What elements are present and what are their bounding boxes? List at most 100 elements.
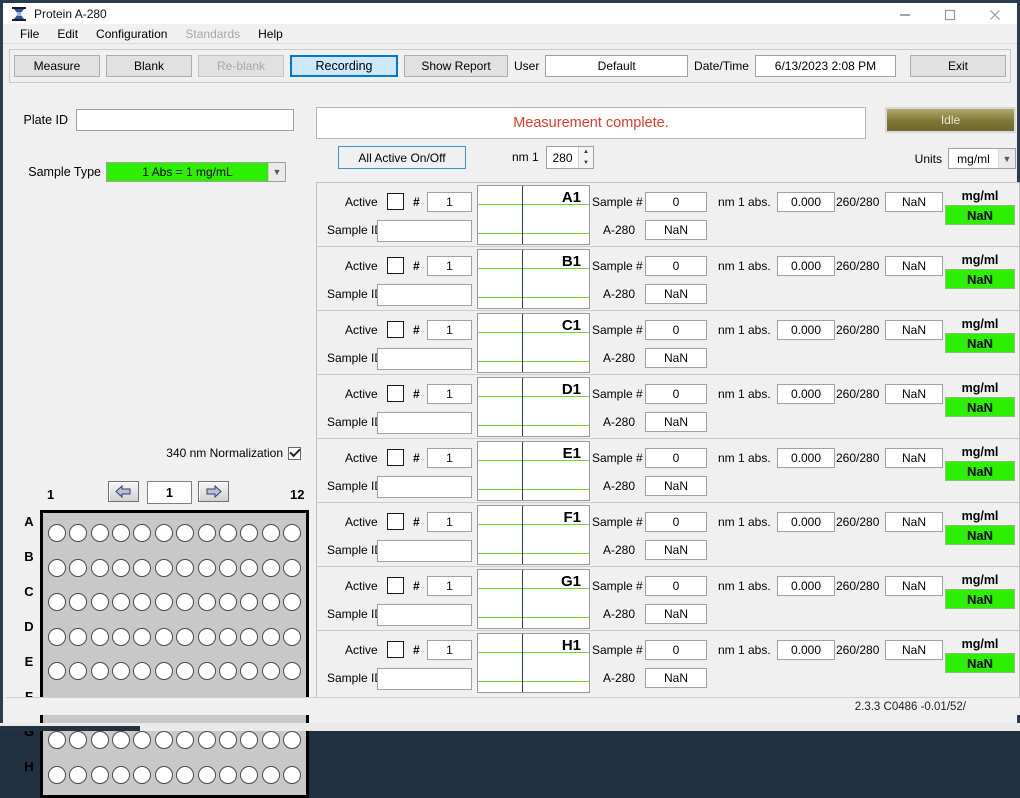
plate-well-B3[interactable] <box>91 559 109 577</box>
replicate-number-input[interactable]: 1 <box>427 512 472 532</box>
plate-well-B12[interactable] <box>283 559 301 577</box>
plate-well-G3[interactable] <box>91 731 109 749</box>
plate-well-B8[interactable] <box>198 559 216 577</box>
replicate-number-input[interactable]: 1 <box>427 576 472 596</box>
plate-well-C11[interactable] <box>262 593 280 611</box>
stepper-up-icon[interactable]: ▲ <box>579 147 593 158</box>
plate-well-C3[interactable] <box>91 593 109 611</box>
plate-well-G4[interactable] <box>112 731 130 749</box>
plate-well-D5[interactable] <box>133 628 151 646</box>
sample-id-input[interactable] <box>377 348 472 370</box>
measure-button[interactable]: Measure <box>14 55 100 77</box>
plate-well-C2[interactable] <box>69 593 87 611</box>
sample-number-value[interactable]: 0 <box>645 256 707 276</box>
plate-well-H9[interactable] <box>219 766 237 784</box>
plate-well-C12[interactable] <box>283 593 301 611</box>
plate-map[interactable] <box>40 510 309 798</box>
plate-well-D2[interactable] <box>69 628 87 646</box>
active-checkbox[interactable] <box>387 385 404 402</box>
sample-id-input[interactable] <box>377 476 472 498</box>
spectrum-graph[interactable]: H1 <box>477 633 590 693</box>
sample-id-input[interactable] <box>377 540 472 562</box>
menu-item-configuration[interactable]: Configuration <box>87 25 176 43</box>
plate-well-H8[interactable] <box>198 766 216 784</box>
plate-well-G8[interactable] <box>198 731 216 749</box>
plate-well-E12[interactable] <box>283 662 301 680</box>
sample-rows-container[interactable]: Active#1Sample IDA1Sample #0A-280NaNnm 1… <box>316 182 1020 702</box>
plate-well-A11[interactable] <box>262 524 280 542</box>
arrow-right-icon[interactable] <box>198 481 229 502</box>
active-checkbox[interactable] <box>387 513 404 530</box>
plate-well-B9[interactable] <box>219 559 237 577</box>
plate-well-A4[interactable] <box>112 524 130 542</box>
sample-number-value[interactable]: 0 <box>645 448 707 468</box>
sample-number-value[interactable]: 0 <box>645 640 707 660</box>
maximize-icon[interactable] <box>927 3 972 27</box>
plate-well-H1[interactable] <box>48 766 66 784</box>
plate-well-A5[interactable] <box>133 524 151 542</box>
active-checkbox[interactable] <box>387 193 404 210</box>
plate-well-A2[interactable] <box>69 524 87 542</box>
plate-well-D1[interactable] <box>48 628 66 646</box>
plate-page-number[interactable]: 1 <box>147 481 192 504</box>
spectrum-graph[interactable]: A1 <box>477 185 590 245</box>
plate-well-C5[interactable] <box>133 593 151 611</box>
plate-well-C8[interactable] <box>198 593 216 611</box>
plate-well-D9[interactable] <box>219 628 237 646</box>
plate-well-E7[interactable] <box>176 662 194 680</box>
plate-well-G6[interactable] <box>155 731 173 749</box>
plate-well-G2[interactable] <box>69 731 87 749</box>
plate-well-H7[interactable] <box>176 766 194 784</box>
plate-well-C9[interactable] <box>219 593 237 611</box>
replicate-number-input[interactable]: 1 <box>427 320 472 340</box>
plate-well-G7[interactable] <box>176 731 194 749</box>
active-checkbox[interactable] <box>387 449 404 466</box>
nm-stepper[interactable]: 280 ▲ ▼ <box>546 146 594 169</box>
plate-well-H12[interactable] <box>283 766 301 784</box>
plate-well-A9[interactable] <box>219 524 237 542</box>
sample-id-input[interactable] <box>377 220 472 242</box>
spectrum-graph[interactable]: D1 <box>477 377 590 437</box>
replicate-number-input[interactable]: 1 <box>427 256 472 276</box>
plate-well-D6[interactable] <box>155 628 173 646</box>
plate-well-H4[interactable] <box>112 766 130 784</box>
spectrum-graph[interactable]: E1 <box>477 441 590 501</box>
exit-button[interactable]: Exit <box>910 55 1006 77</box>
plate-well-A6[interactable] <box>155 524 173 542</box>
plate-well-A3[interactable] <box>91 524 109 542</box>
sample-number-value[interactable]: 0 <box>645 576 707 596</box>
replicate-number-input[interactable]: 1 <box>427 384 472 404</box>
plate-well-H2[interactable] <box>69 766 87 784</box>
plate-well-E1[interactable] <box>48 662 66 680</box>
plate-well-G11[interactable] <box>262 731 280 749</box>
plate-well-H10[interactable] <box>240 766 258 784</box>
plate-well-B2[interactable] <box>69 559 87 577</box>
plate-well-E5[interactable] <box>133 662 151 680</box>
plate-well-A1[interactable] <box>48 524 66 542</box>
plate-well-B7[interactable] <box>176 559 194 577</box>
sample-id-input[interactable] <box>377 284 472 306</box>
datetime-field[interactable]: 6/13/2023 2:08 PM <box>755 55 896 77</box>
plate-well-D12[interactable] <box>283 628 301 646</box>
plate-well-E8[interactable] <box>198 662 216 680</box>
plate-well-A12[interactable] <box>283 524 301 542</box>
plate-well-D10[interactable] <box>240 628 258 646</box>
active-checkbox[interactable] <box>387 577 404 594</box>
plate-well-E9[interactable] <box>219 662 237 680</box>
sample-type-select[interactable]: 1 Abs = 1 mg/mL ▼ <box>106 162 286 182</box>
blank-button[interactable]: Blank <box>106 55 192 77</box>
plate-well-G1[interactable] <box>48 731 66 749</box>
normalization-checkbox[interactable] <box>288 447 301 460</box>
plate-well-G9[interactable] <box>219 731 237 749</box>
plate-well-A10[interactable] <box>240 524 258 542</box>
plate-well-A8[interactable] <box>198 524 216 542</box>
plate-well-B6[interactable] <box>155 559 173 577</box>
plate-well-D8[interactable] <box>198 628 216 646</box>
plate-well-D3[interactable] <box>91 628 109 646</box>
plate-well-C10[interactable] <box>240 593 258 611</box>
replicate-number-input[interactable]: 1 <box>427 192 472 212</box>
menu-item-file[interactable]: File <box>11 25 48 43</box>
plate-well-B11[interactable] <box>262 559 280 577</box>
menu-item-edit[interactable]: Edit <box>48 25 87 43</box>
all-active-toggle-button[interactable]: All Active On/Off <box>338 146 466 169</box>
